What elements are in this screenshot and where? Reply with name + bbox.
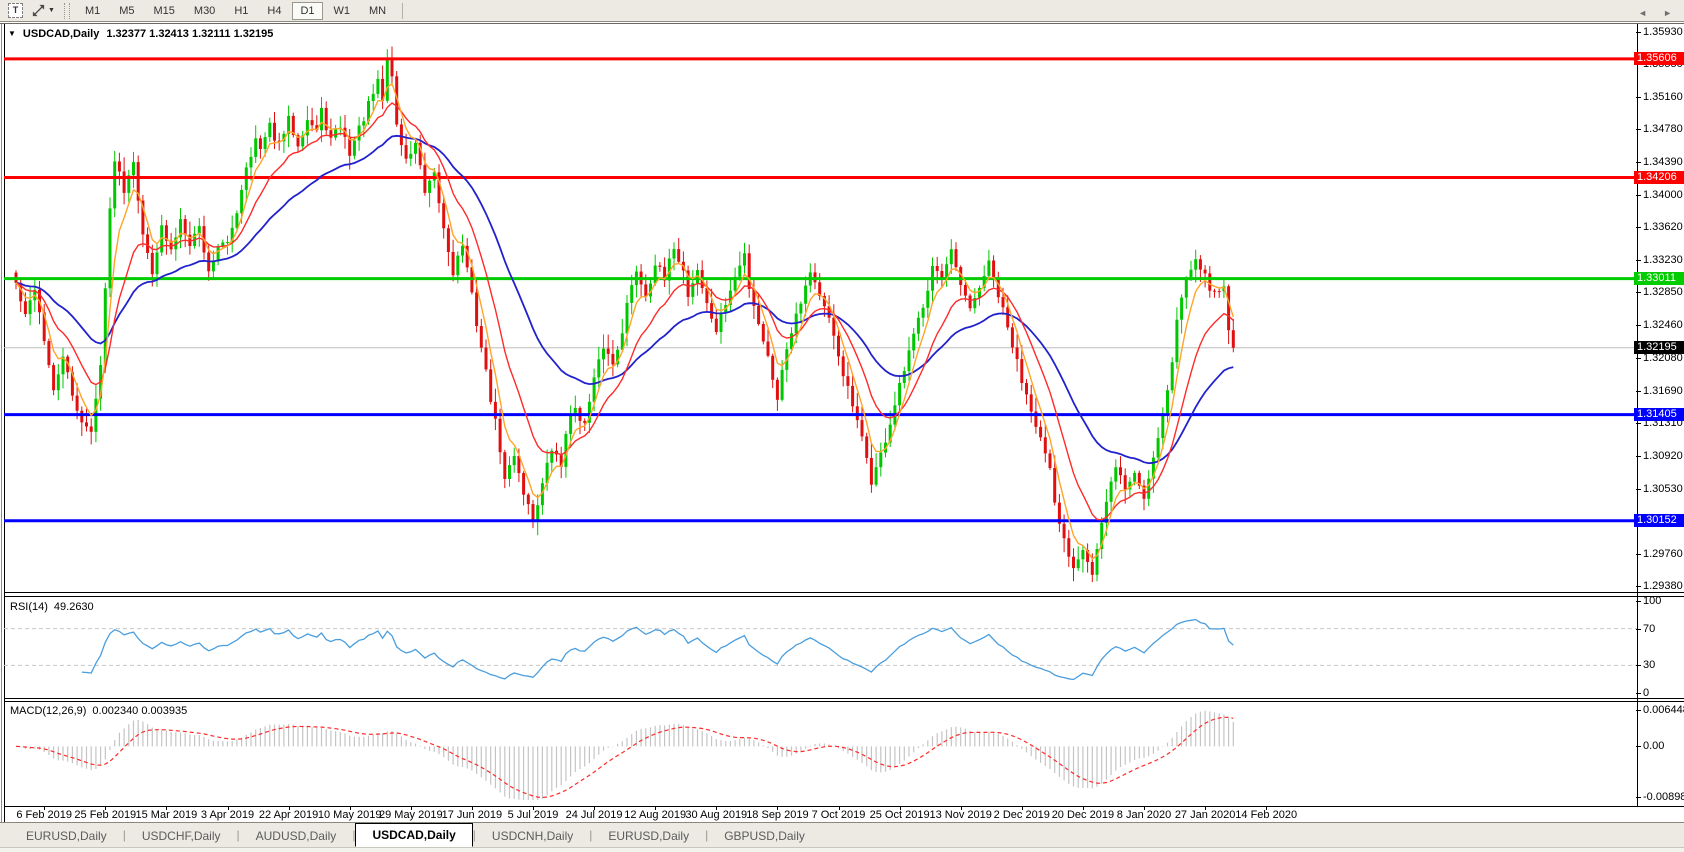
toolbar-grip [63,2,70,19]
tabs-scroll-right-icon[interactable]: ► [1663,8,1672,18]
timeframe-w1-button[interactable]: W1 [326,2,359,20]
price-axis-tick: 1.33230 [1636,254,1683,267]
ma-5-line [15,82,1234,561]
rsi-axis-tick: 70 [1635,622,1656,635]
toolbar-separator [402,2,404,19]
price-axis-tick: 1.32850 [1636,286,1683,299]
panel-separator[interactable] [4,698,1684,699]
rsi-canvas[interactable] [4,597,1638,698]
text-tool-icon: T [8,3,23,18]
window-edge [1,24,2,823]
tab-4-usdcnh-daily[interactable]: USDCNH,Daily [476,826,589,847]
rsi-label: RSI(14) 49.2630 [10,601,94,613]
price-axis-tick: 1.34780 [1636,122,1683,135]
macd-axis-tick: 0.006448 [1636,704,1684,717]
macd-canvas[interactable] [4,702,1638,806]
price-axis-tick: 1.35930 [1636,25,1683,38]
tab-6-gbpusd-daily[interactable]: GBPUSD,Daily [708,826,821,847]
tabs-scroll-left-icon[interactable]: ◄ [1638,8,1647,18]
date-label: 14 Feb 2020 [1235,809,1298,821]
tab-scroll-arrows: ◄ ► [1638,8,1672,18]
macd-axis[interactable]: 0.006448 0.00 -0.008982 [1635,702,1684,806]
rsi-name: RSI(14) [10,601,48,613]
tab-3-usdcad-daily[interactable]: USDCAD,Daily [355,823,473,847]
timeframe-m15-button[interactable]: M15 [146,2,183,20]
price-level-label: 1.31405 [1634,408,1684,422]
price-axis-tick: 1.30530 [1636,482,1683,495]
chart-tabs-bar: EURUSD,Daily | USDCHF,Daily | AUDUSD,Daily | U… [0,822,1684,847]
mt4-window: T ▼ M1 M5 M15 M30 H1 H4 D1 W1 MN ▼ USDCAD,Daily … [0,0,1684,852]
arrows-tool-icon [32,4,45,17]
chart-title-bar: ▼ USDCAD,Daily 1.32377 1.32413 1.32111 1… [8,27,273,40]
tab-1-usdchf-daily[interactable]: USDCHF,Daily [126,826,237,847]
price-axis-tick: 1.32460 [1636,319,1683,332]
macd-axis-tick: 0.00 [1635,740,1665,753]
price-axis-tick: 1.29380 [1636,580,1683,593]
timeframe-buttons: M1 M5 M15 M30 H1 H4 D1 W1 MN [77,1,394,20]
timeframe-h4-button[interactable]: H4 [259,2,289,20]
rsi-axis[interactable]: 100 70 30 0 [1635,595,1684,699]
macd-name: MACD(12,26,9) [10,705,87,717]
dropdown-caret-icon: ▼ [48,7,55,14]
status-strip [0,847,1684,852]
panel-separator[interactable] [4,592,1684,593]
chart-title: USDCAD,Daily [22,27,100,40]
macd-signal-line [15,716,1234,799]
candles [14,46,1235,583]
chart-quotes: 1.32377 1.32413 1.32111 1.32195 [106,27,274,40]
price-axis-tick: 1.33620 [1636,221,1683,234]
timeframe-m30-button[interactable]: M30 [186,2,223,20]
tab-0-eurusd-daily[interactable]: EURUSD,Daily [10,826,123,847]
toolbar: T ▼ M1 M5 M15 M30 H1 H4 D1 W1 MN [0,0,1684,22]
current-price-label: 1.32195 [1634,341,1684,355]
timeframe-m1-button[interactable]: M1 [77,2,108,20]
macd-label: MACD(12,26,9) 0.002340 0.003935 [10,705,187,717]
price-level-label: 1.34206 [1634,171,1684,184]
date-axis[interactable]: 6 Feb 2019 25 Feb 2019 15 Mar 2019 3 Apr 20… [4,806,1637,823]
rsi-axis-tick: 100 [1635,595,1662,607]
rsi-value: 49.2630 [53,601,94,613]
price-axis-tick: 1.30920 [1636,449,1683,462]
main-chart-canvas[interactable] [4,26,1638,592]
price-level-label: 1.33011 [1634,272,1684,286]
price-axis-tick: 1.29760 [1636,547,1683,560]
price-axis[interactable]: 1.359301.355501.351601.347801.343901.340… [1634,25,1684,593]
timeframe-d1-button[interactable]: D1 [292,1,323,20]
rsi-axis-tick: 0 [1635,687,1650,699]
timeframe-mn-button[interactable]: MN [361,2,394,20]
timeframe-m5-button[interactable]: M5 [111,2,142,20]
price-axis-tick: 1.35160 [1636,90,1683,103]
tab-5-eurusd-daily[interactable]: EURUSD,Daily [592,826,705,847]
price-axis-tick: 1.31690 [1636,384,1683,397]
price-level-label: 1.35606 [1634,52,1684,66]
arrows-tool-button[interactable]: ▼ [27,1,59,21]
rsi-axis-tick: 30 [1635,659,1656,672]
timeframe-h1-button[interactable]: H1 [226,2,256,20]
tab-2-audusd-daily[interactable]: AUDUSD,Daily [240,826,353,847]
text-tool-button[interactable]: T [4,1,27,21]
price-axis-tick: 1.34390 [1636,155,1683,168]
price-axis-tick: 1.34000 [1636,188,1683,201]
macd-histogram [20,710,1234,800]
macd-values: 0.002340 0.003935 [92,705,188,717]
price-level-label: 1.30152 [1634,514,1684,528]
macd-axis-tick: -0.008982 [1636,791,1684,804]
collapse-icon[interactable]: ▼ [8,29,16,38]
chart-window: ▼ USDCAD,Daily 1.32377 1.32413 1.32111 1… [0,23,1684,823]
